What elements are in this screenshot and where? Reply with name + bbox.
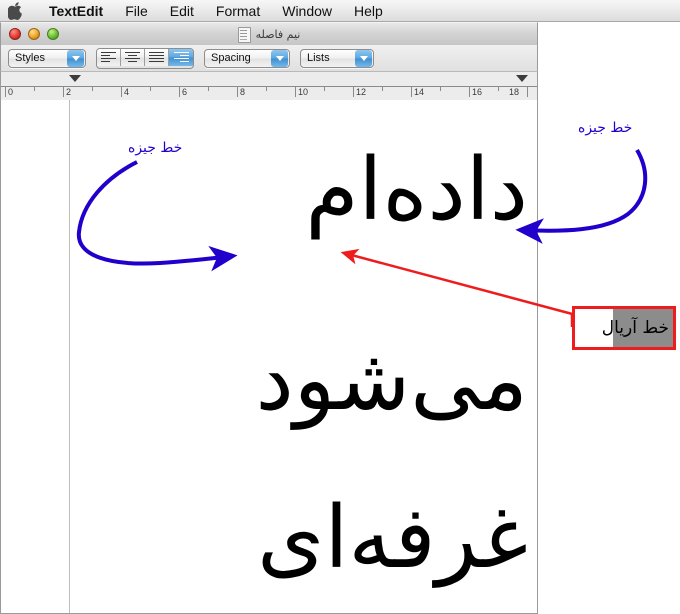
ruler-tick <box>411 86 412 97</box>
apple-logo-icon[interactable] <box>7 1 24 20</box>
alignment-button-group <box>96 47 194 69</box>
ruler-tick <box>34 86 35 91</box>
window-title-group: نیم فاصله <box>1 23 537 46</box>
ruler-tick <box>469 86 470 97</box>
menu-item-window[interactable]: Window <box>271 1 343 21</box>
align-center-icon <box>125 51 140 63</box>
ruler-tick <box>498 86 499 91</box>
menu-item-textedit[interactable]: TextEdit <box>38 1 114 21</box>
document-page[interactable] <box>0 100 538 614</box>
ruler-tick <box>324 86 325 91</box>
red-callout-box: خط آریال <box>572 306 676 350</box>
ruler-tick <box>5 86 6 97</box>
ruler-baseline <box>1 86 537 87</box>
ruler-tick <box>179 86 180 97</box>
ruler-label: 14 <box>414 87 425 97</box>
align-justify-button[interactable] <box>145 48 169 66</box>
ruler-label: 4 <box>124 87 130 97</box>
format-toolbar: Styles Spacing Lists <box>0 45 538 72</box>
styles-dropdown[interactable]: Styles <box>8 48 86 68</box>
zoom-button[interactable] <box>47 28 59 40</box>
minimize-button[interactable] <box>28 28 40 40</box>
menu-item-file[interactable]: File <box>114 1 159 21</box>
left-margin-guide <box>69 100 70 613</box>
right-indent-marker[interactable] <box>516 75 528 82</box>
lists-dropdown[interactable]: Lists <box>300 48 374 68</box>
ruler-tick <box>382 86 383 91</box>
tab-stop-marker[interactable] <box>69 75 81 82</box>
ruler-label: 16 <box>472 87 483 97</box>
ruler-tick <box>121 86 122 97</box>
spacing-dropdown-label: Spacing <box>211 52 251 64</box>
ruler-tick <box>266 86 267 91</box>
window-title-bar[interactable]: نیم فاصله <box>0 22 538 45</box>
align-right-icon <box>173 51 189 63</box>
ruler-tick <box>63 86 64 97</box>
ruler-label: 8 <box>240 87 246 97</box>
ruler-tick <box>295 86 296 97</box>
align-right-button[interactable] <box>169 48 193 66</box>
ruler-label: 6 <box>182 87 188 97</box>
texteedit-window: نیم فاصله Styles Spacing Lists 0 2 4 6 8… <box>0 22 538 614</box>
menu-item-edit[interactable]: Edit <box>159 1 205 21</box>
window-controls <box>9 28 59 40</box>
red-callout-label: خط آریال <box>601 318 669 338</box>
ruler[interactable]: 0 2 4 6 8 10 12 14 16 18 <box>0 72 538 100</box>
ruler-label: 2 <box>66 87 72 97</box>
selection-highlight <box>613 309 673 347</box>
styles-dropdown-label: Styles <box>15 52 45 64</box>
ruler-tick <box>440 86 441 91</box>
ruler-label: 12 <box>356 87 367 97</box>
menu-bar: TextEdit File Edit Format Window Help <box>0 0 680 22</box>
ruler-tick <box>237 86 238 97</box>
ruler-tick <box>527 86 528 97</box>
spacing-dropdown[interactable]: Spacing <box>204 48 290 68</box>
lists-dropdown-label: Lists <box>307 52 330 64</box>
ruler-label: 0 <box>8 87 14 97</box>
ruler-tick <box>353 86 354 97</box>
ruler-tick <box>150 86 151 91</box>
ruler-tick <box>92 86 93 91</box>
chevron-down-icon <box>355 49 372 67</box>
annotation-label-right: خط جیزه <box>578 120 633 136</box>
align-center-button[interactable] <box>121 48 145 66</box>
align-left-button[interactable] <box>97 48 121 66</box>
menu-item-help[interactable]: Help <box>343 1 394 21</box>
document-icon <box>237 26 251 43</box>
align-justify-icon <box>149 51 164 63</box>
ruler-label: 18 <box>509 87 520 97</box>
close-button[interactable] <box>9 28 21 40</box>
chevron-down-icon <box>271 49 288 67</box>
align-left-icon <box>101 51 116 63</box>
menu-item-format[interactable]: Format <box>205 1 271 21</box>
window-title: نیم فاصله <box>255 28 301 41</box>
ruler-label: 10 <box>298 87 309 97</box>
blue-arrow-right <box>515 148 648 244</box>
ruler-tick <box>208 86 209 91</box>
chevron-down-icon <box>67 49 84 67</box>
